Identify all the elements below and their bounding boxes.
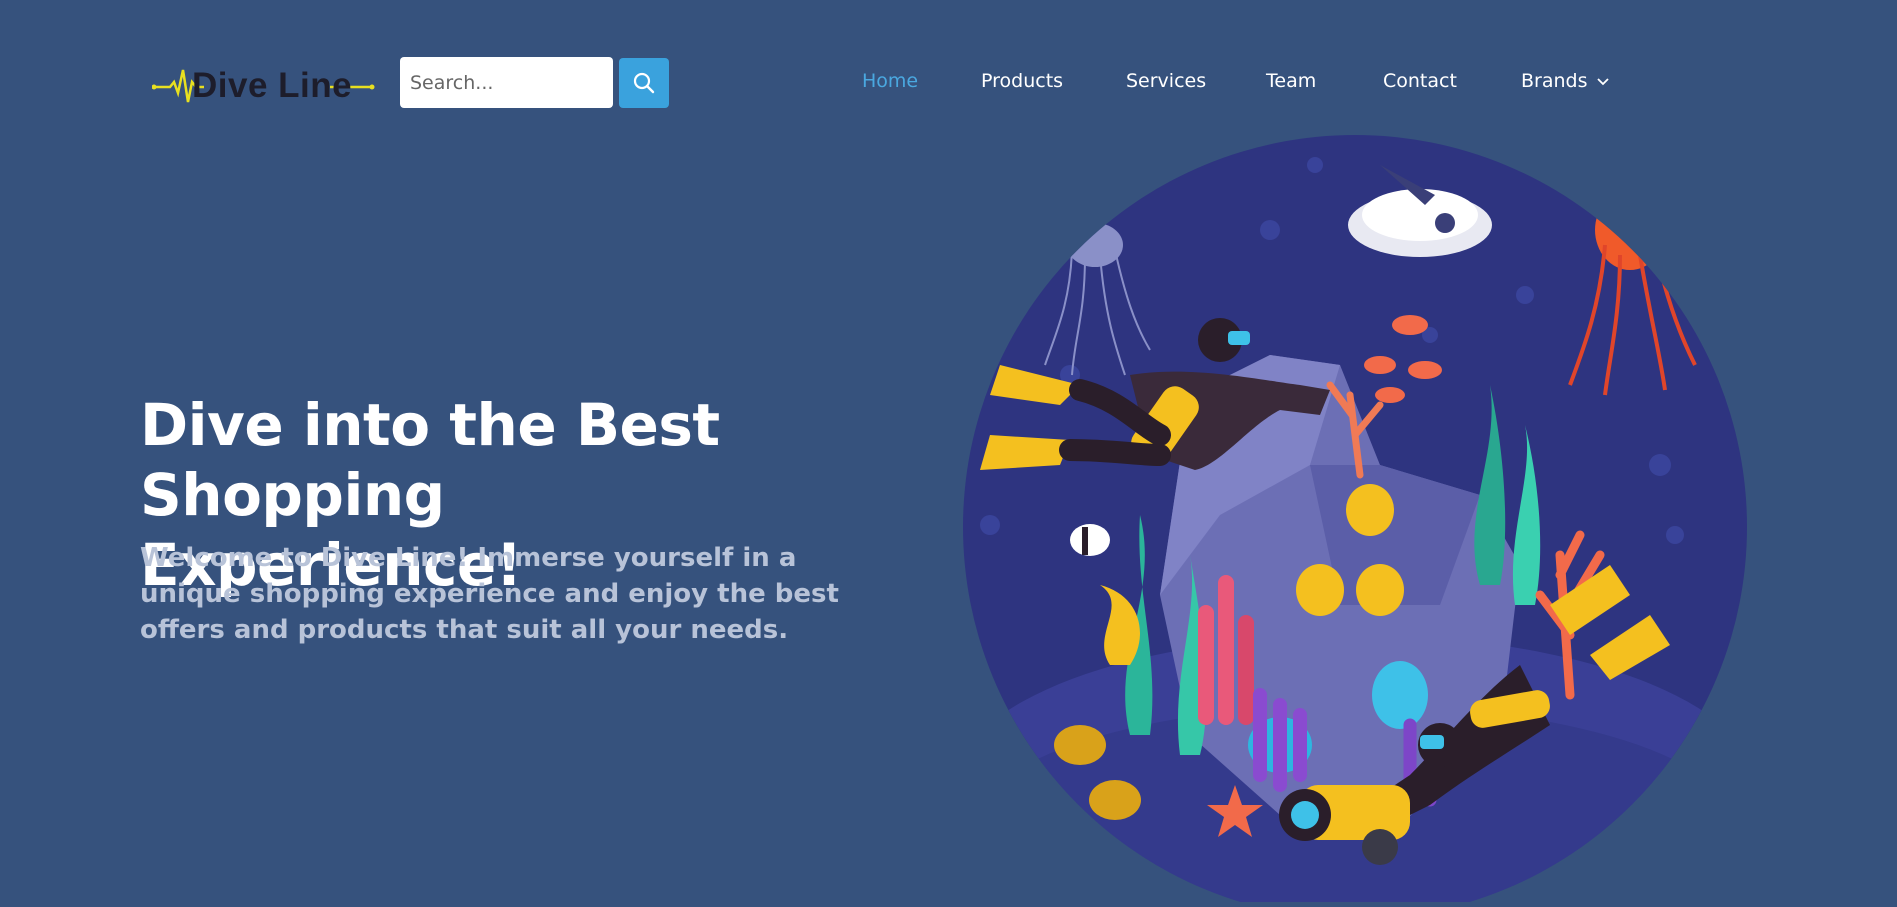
hero-description: Welcome to Dive Line! Immerse yourself i… [140, 543, 839, 645]
search-button[interactable] [619, 58, 669, 108]
logo-text: Dive Line [192, 66, 353, 105]
nav-item-team[interactable]: Team [1266, 70, 1316, 92]
logo[interactable]: Dive Line [152, 60, 377, 110]
nav-item-services[interactable]: Services [1126, 70, 1206, 92]
underwater-divers-illustration [960, 135, 1750, 907]
nav-item-brands-label: Brands [1521, 70, 1588, 92]
nav-item-contact[interactable]: Contact [1383, 70, 1457, 92]
nav-item-home[interactable]: Home [862, 70, 918, 92]
search-input[interactable] [400, 57, 613, 108]
nav-item-brands[interactable]: Brands [1521, 70, 1610, 92]
nav-item-products[interactable]: Products [981, 70, 1063, 92]
search-icon [633, 72, 655, 94]
chevron-down-icon [1596, 77, 1609, 85]
hero-title-line1: Dive into the Best Shopping [140, 391, 720, 529]
